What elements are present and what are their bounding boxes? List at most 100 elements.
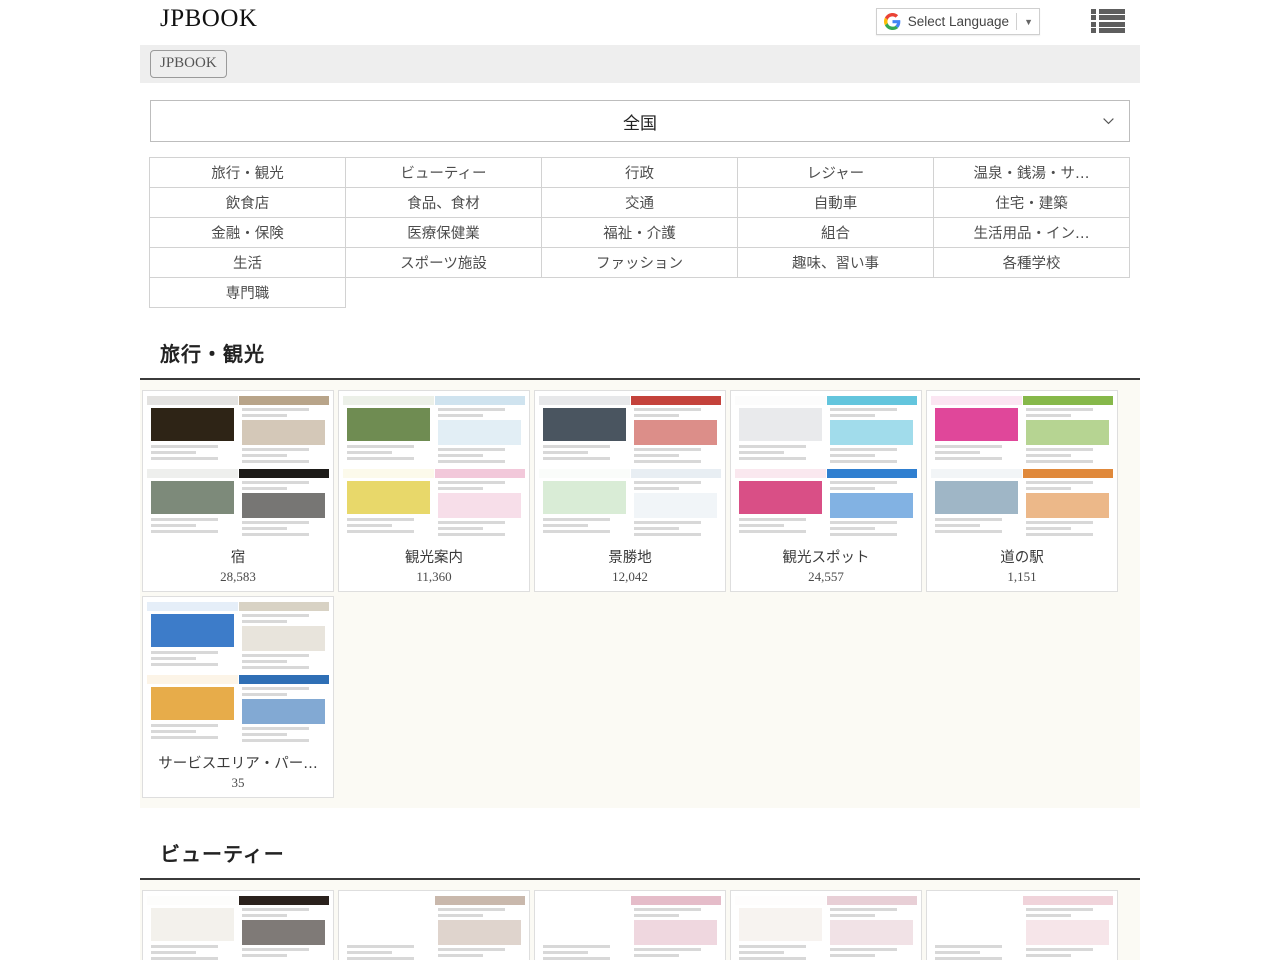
thumbnail-tile [1023,396,1114,468]
category-table: 旅行・観光ビューティー行政レジャー温泉・銭湯・サ… 飲食店食品、食材交通自動車住宅… [149,157,1130,308]
category-section: ビューティー [0,838,1280,960]
breadcrumb-item-jpbook[interactable]: JPBOOK [150,50,227,78]
menu-icon-row [1091,15,1125,20]
thumbnail-tile [735,896,826,960]
thumbnail-tile [931,469,1022,541]
category-cell[interactable]: ファッション [542,248,738,278]
card-label: 景勝地 [539,546,721,567]
category-cell[interactable]: 飲食店 [150,188,346,218]
category-cell[interactable]: 組合 [738,218,934,248]
category-cell[interactable]: レジャー [738,158,934,188]
category-cell[interactable]: 交通 [542,188,738,218]
thumbnail-tile [147,896,238,960]
card-grid: 宿28,583観光案内11,360景勝地12,042観光スポット24,557道の… [140,380,1140,808]
category-card[interactable] [730,890,922,960]
category-cell[interactable]: 食品、食材 [346,188,542,218]
thumbnail-tile [239,602,330,674]
category-card[interactable]: 道の駅 1,151 [926,390,1118,592]
category-card[interactable] [926,890,1118,960]
category-cell[interactable]: スポーツ施設 [346,248,542,278]
category-cell-empty [346,278,542,308]
thumbnail-tile [539,396,630,468]
thumbnail-tile [239,896,330,960]
thumbnail-tile [931,396,1022,468]
region-select-value: 全国 [623,109,657,134]
thumbnail-tile [147,396,238,468]
card-thumbnail [147,896,329,960]
thumbnail-tile [435,396,526,468]
card-label: 道の駅 [931,546,1113,567]
thumbnail-tile [631,896,722,960]
thumbnail-tile [539,469,630,541]
thumbnail-tile [735,469,826,541]
thumbnail-tile [539,896,630,960]
divider [1016,13,1017,30]
card-label: 観光案内 [343,546,525,567]
category-cell[interactable]: 医療保健業 [346,218,542,248]
google-g-icon [884,13,901,30]
thumbnail-tile [1023,896,1114,960]
category-card[interactable] [534,890,726,960]
thumbnail-tile [147,602,238,674]
category-card[interactable]: 宿 28,583 [142,390,334,592]
card-count: 11,360 [343,569,525,585]
thumbnail-tile [435,896,526,960]
category-card[interactable]: 景勝地12,042 [534,390,726,592]
category-table-row: 生活スポーツ施設ファッション趣味、習い事各種学校 [150,248,1130,278]
category-card[interactable] [338,890,530,960]
region-select[interactable]: 全国 [150,100,1130,142]
category-cell[interactable]: 専門職 [150,278,346,308]
category-cell[interactable]: 生活用品・イン… [934,218,1130,248]
thumbnail-tile [827,396,918,468]
category-cell[interactable]: 金融・保険 [150,218,346,248]
category-cell[interactable]: 旅行・観光 [150,158,346,188]
site-logo[interactable]: JPBOOK [160,5,257,33]
card-count: 1,151 [931,569,1113,585]
category-section: 旅行・観光宿 28,583 観光案内 11,360 景勝地12,042観光スポット24,… [0,338,1280,808]
category-cell[interactable]: 各種学校 [934,248,1130,278]
thumbnail-tile [1023,469,1114,541]
category-cell[interactable]: 温泉・銭湯・サ… [934,158,1130,188]
category-card[interactable]: 観光スポット24,557 [730,390,922,592]
category-cell-empty [542,278,738,308]
thumbnail-tile [735,396,826,468]
menu-icon-row [1091,22,1125,27]
language-selector[interactable]: Select Language ▼ [876,8,1040,35]
category-cell[interactable]: 住宅・建築 [934,188,1130,218]
thumbnail-tile [343,396,434,468]
card-thumbnail [343,396,525,541]
category-cell[interactable]: 福祉・介護 [542,218,738,248]
card-label: 宿 [147,546,329,567]
region-select-wrapper: 全国 [0,83,1280,142]
category-cell[interactable]: 行政 [542,158,738,188]
category-cell-empty [934,278,1130,308]
card-count: 28,583 [147,569,329,585]
thumbnail-tile [343,469,434,541]
card-thumbnail [735,896,917,960]
thumbnail-tile [827,896,918,960]
category-cell[interactable]: 自動車 [738,188,934,218]
category-cell[interactable]: 生活 [150,248,346,278]
thumbnail-tile [147,675,238,747]
category-cell[interactable]: ビューティー [346,158,542,188]
category-card[interactable]: 観光案内 11,360 [338,390,530,592]
chevron-down-icon[interactable]: ▼ [1024,17,1033,27]
thumbnail-tile [343,896,434,960]
thumbnail-tile [147,469,238,541]
category-table-row: 金融・保険医療保健業福祉・介護組合生活用品・イン… [150,218,1130,248]
category-card[interactable]: サービスエリア・パー…35 [142,596,334,798]
category-card[interactable] [142,890,334,960]
thumbnail-tile [631,396,722,468]
category-cell[interactable]: 趣味、習い事 [738,248,934,278]
thumbnail-tile [435,469,526,541]
list-menu-icon[interactable] [1091,7,1125,35]
menu-icon-row [1091,9,1125,14]
card-grid [140,880,1140,960]
thumbnail-tile [631,469,722,541]
category-cell-empty [738,278,934,308]
card-thumbnail [539,396,721,541]
language-selector-label: Select Language [908,14,1009,29]
card-label: サービスエリア・パー… [147,752,329,773]
card-thumbnail [539,896,721,960]
section-header: 旅行・観光 [140,338,1140,380]
